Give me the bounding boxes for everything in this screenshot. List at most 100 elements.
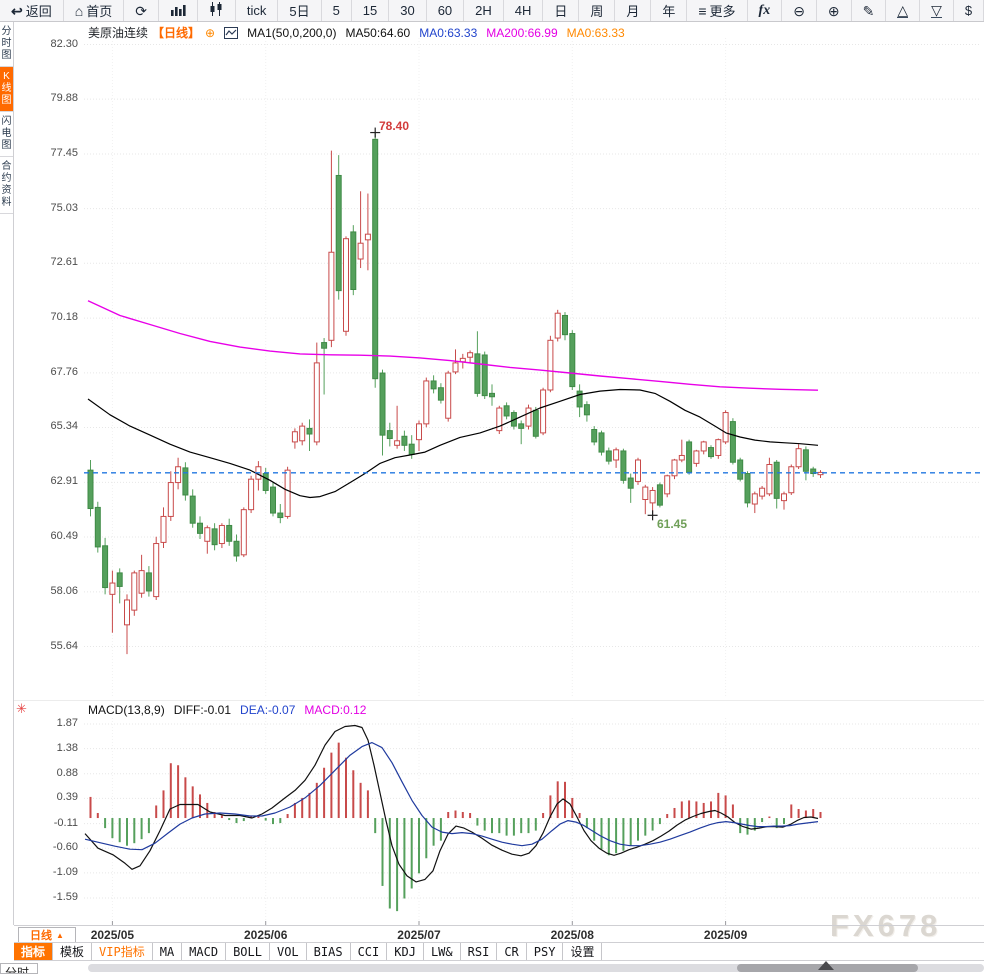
price-axis-label: 55.64	[50, 639, 78, 652]
price-axis-label: 79.88	[50, 92, 78, 105]
toolbar-candle-chart-button[interactable]	[198, 0, 236, 21]
bar-chart-icon	[170, 3, 186, 19]
tab-模板[interactable]: 模板	[53, 943, 93, 960]
price-axis-label: 60.49	[50, 529, 78, 542]
sidebar-item-time-chart[interactable]: 分时图	[0, 22, 13, 67]
period-selector-label: 日线	[30, 930, 53, 942]
toolbar-zoom-out-button[interactable]: ⊖	[782, 0, 817, 21]
tab-PSY[interactable]: PSY	[527, 943, 564, 960]
toolbar-zoom-in-button[interactable]: ⊕	[817, 0, 852, 21]
toolbar-period-week-label: 周	[590, 4, 604, 19]
price-axis-label: 65.34	[50, 420, 78, 433]
price-axis-label: 58.06	[50, 584, 78, 597]
tab-MACD[interactable]: MACD	[182, 943, 227, 960]
watermark: FX678	[830, 908, 942, 943]
period-selector-box[interactable]: 日线 ▲	[18, 927, 76, 943]
indicator-tab-bar: 指标 模板 VIP指标 MA MACD BOLL VOL BIAS CCI KDJ LW& RSI CR…	[14, 942, 984, 961]
tab-KDJ[interactable]: KDJ	[387, 943, 424, 960]
trading-app-window: ↩ 返回 ⌂ 首页 ⟳ tick 5日 5 15 30 60 2H 4H 日周月年 ≡ 更多 fx ⊖ ⊕ ✎ △ ▽ $ …	[0, 0, 984, 974]
toolbar-period-15-button[interactable]: 15	[352, 0, 390, 21]
chart-header: 美原油连续 【日线】 ⊕ MA1(50,0,200,0) MA50:64.60 …	[88, 24, 625, 41]
toolbar-bar-chart-button[interactable]	[159, 0, 198, 21]
toolbar-home-button[interactable]: ⌂ 首页	[64, 0, 125, 21]
top-toolbar: ↩ 返回 ⌂ 首页 ⟳ tick 5日 5 15 30 60 2H 4H 日周月年 ≡ 更多 fx ⊖ ⊕ ✎ △ ▽ $	[0, 0, 984, 22]
toolbar-period-2h-button[interactable]: 2H	[464, 0, 504, 21]
price-axis-label: 70.18	[50, 311, 78, 324]
left-sidebar: 分时图 K线图 闪电图 合约资料	[0, 22, 14, 925]
tab-指标[interactable]: 指标	[14, 943, 54, 960]
symbol-name: 美原油连续	[88, 26, 149, 40]
sidebar-item-kline-chart[interactable]: K线图	[0, 67, 13, 112]
tab-BIAS[interactable]: BIAS	[307, 943, 351, 960]
toolbar-period-30-button[interactable]: 30	[389, 0, 427, 21]
tab-CR[interactable]: CR	[497, 943, 527, 960]
tab-RSI[interactable]: RSI	[461, 943, 498, 960]
toolbar-more-label: 更多	[709, 4, 736, 19]
tab-CCI[interactable]: CCI	[351, 943, 388, 960]
toolbar-dollar-button[interactable]: $	[954, 0, 984, 21]
toolbar-period-5-button[interactable]: 5	[322, 0, 352, 21]
toolbar-period-60-button[interactable]: 60	[427, 0, 465, 21]
price-axis-label: 82.30	[50, 37, 78, 50]
toolbar-period-day-label: 日	[554, 4, 568, 19]
triangle-up-icon: ▲	[56, 930, 64, 940]
toolbar-dollar-label: $	[964, 3, 973, 18]
home-icon: ⌂	[74, 2, 84, 19]
tab-VOL[interactable]: VOL	[270, 943, 307, 960]
zoom-out-icon: ⊖	[793, 2, 805, 19]
toolbar-period-5d-label: 5日	[289, 4, 310, 19]
price-macd-chart[interactable]	[0, 0, 984, 974]
add-circle-icon[interactable]: ⊕	[205, 26, 215, 40]
ma0-blue-value: MA0:63.33	[419, 25, 478, 40]
date-axis-label: 2025/05	[90, 928, 135, 942]
toolbar-period-5-label: 5	[332, 3, 340, 18]
date-axis-label: 2025/08	[550, 928, 594, 942]
scrollbar-handle-icon[interactable]	[818, 961, 834, 970]
sidebar-item-lightning-chart[interactable]: 闪电图	[0, 112, 13, 157]
price-axis-label: 77.45	[50, 147, 78, 160]
indicator-settings-icon[interactable]: ✳	[16, 701, 27, 717]
macd-axis-label: 0.88	[56, 766, 78, 779]
toolbar-triangle-down-tool-button[interactable]: ▽	[920, 0, 954, 21]
toolbar-fx-button[interactable]: fx	[748, 0, 783, 21]
toolbar-period-day-button[interactable]: 日	[543, 0, 580, 21]
macd-axis-label: -1.09	[52, 865, 78, 878]
ma-settings: MA1(50,0,200,0)	[247, 25, 337, 40]
ma0-orange-value: MA0:63.33	[566, 25, 625, 40]
toolbar-period-5d-button[interactable]: 5日	[278, 0, 322, 21]
toolbar-tick-button[interactable]: tick	[236, 0, 279, 21]
toolbar-period-month-button[interactable]: 月	[615, 0, 652, 21]
tab-设置[interactable]: 设置	[563, 943, 603, 960]
macd-dea-value: DEA:-0.07	[240, 703, 296, 717]
toolbar-draw-button[interactable]: ✎	[852, 0, 887, 21]
period-badge: 【日线】	[152, 26, 201, 40]
back-icon: ↩	[10, 2, 23, 19]
sidebar-item-contract-info[interactable]: 合约资料	[0, 157, 13, 214]
macd-axis-label: -0.11	[53, 816, 78, 829]
toolbar-period-2h-label: 2H	[475, 3, 492, 18]
toolbar-period-year-button[interactable]: 年	[651, 0, 688, 21]
more-icon: ≡	[698, 2, 707, 19]
toolbar-triangle-up-tool-button[interactable]: △	[886, 0, 921, 21]
draw-icon: ✎	[862, 2, 875, 19]
tab-VIP指标[interactable]: VIP指标	[92, 943, 153, 960]
macd-axis-label: 1.87	[56, 717, 78, 729]
mini-chart-icon[interactable]	[224, 26, 239, 39]
partial-bottom-tab[interactable]: 分时	[0, 963, 38, 974]
price-axis-label: 72.61	[50, 256, 78, 269]
macd-axis-label: 1.38	[56, 741, 78, 754]
toolbar-back-button[interactable]: ↩ 返回	[0, 0, 64, 21]
zoom-in-icon: ⊕	[827, 2, 840, 19]
toolbar-period-week-button[interactable]: 周	[579, 0, 616, 21]
toolbar-refresh-button[interactable]: ⟳	[124, 0, 159, 21]
toolbar-period-4h-button[interactable]: 4H	[504, 0, 544, 21]
tab-MA[interactable]: MA	[153, 943, 183, 960]
toolbar-more-button[interactable]: ≡ 更多	[687, 0, 748, 21]
tab-LW&[interactable]: LW&	[424, 943, 461, 960]
refresh-icon: ⟳	[135, 2, 147, 19]
tab-BOLL[interactable]: BOLL	[226, 943, 270, 960]
low-price-annotation: 61.45	[657, 517, 688, 531]
toolbar-tick-label: tick	[246, 3, 267, 18]
macd-value: MACD:0.12	[304, 703, 367, 717]
price-axis-label: 62.91	[50, 475, 78, 488]
